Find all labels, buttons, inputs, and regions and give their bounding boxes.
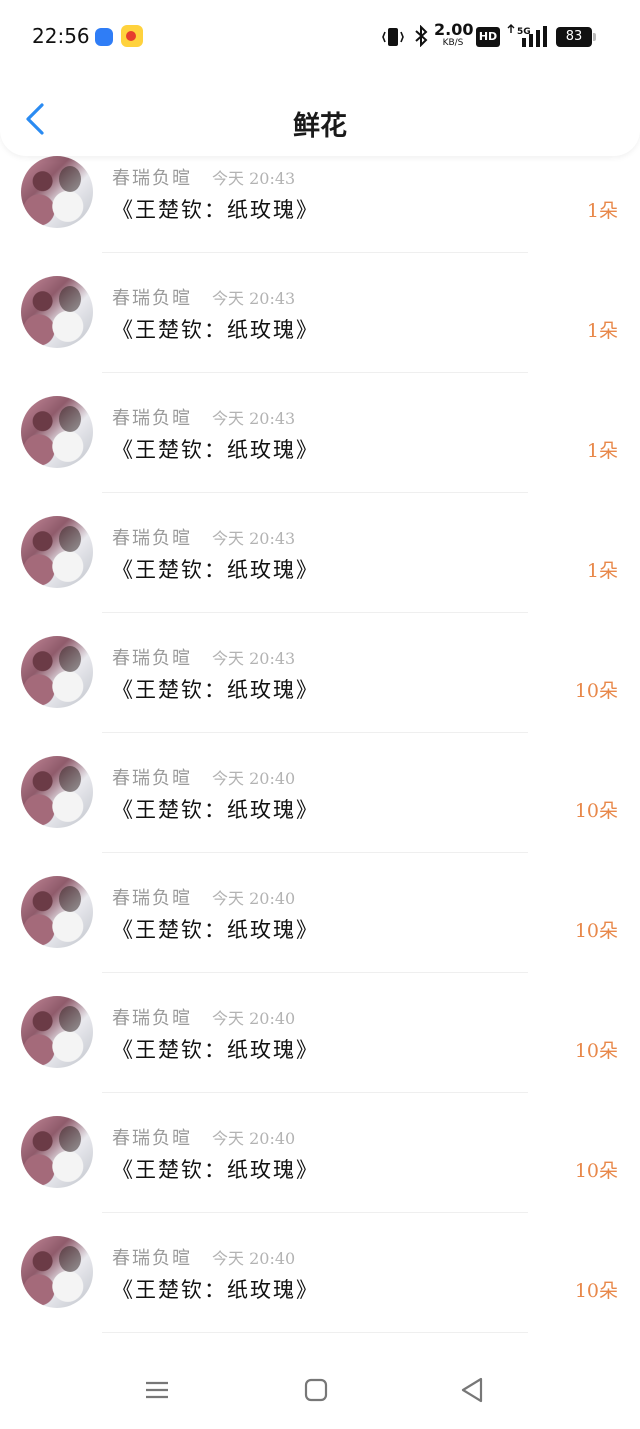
app-notification-icon [95, 28, 113, 46]
network-speed: 2.00 KB/S [434, 20, 474, 48]
vibrate-icon [382, 28, 404, 46]
weibo-notification-icon [121, 25, 143, 47]
list-item[interactable]: 春瑞负暄 今天 20:43 《王楚钦：纸玫瑰》 1朵 [0, 396, 640, 613]
gift-title: 《王楚钦：纸玫瑰》 [112, 1278, 319, 1302]
network-speed-unit: KB/S [442, 38, 464, 48]
list-item[interactable]: 春瑞负暄 今天 20:43 《王楚钦：纸玫瑰》 1朵 [0, 276, 640, 493]
page-title: 鲜花 [293, 111, 347, 142]
flower-record-list[interactable]: 春瑞负暄 今天 20:43 《王楚钦：纸玫瑰》 1朵 春瑞负暄 今天 20:43 《王楚钦：… [0, 36, 640, 1333]
list-item[interactable]: 春瑞负暄 今天 20:43 《王楚钦：纸玫瑰》 10朵 [0, 516, 640, 733]
list-item[interactable]: 春瑞负暄 今天 20:40 《王楚钦：纸玫瑰》 10朵 [0, 756, 640, 973]
list-item[interactable]: 春瑞负暄 今天 20:40 《王楚钦：纸玫瑰》 10朵 [0, 996, 640, 1213]
status-bar: 22:56 2.00 KB/S HD 5G 83 [0, 0, 640, 72]
hd-badge: HD [476, 27, 500, 47]
list-item[interactable]: 春瑞负暄 今天 20:43 《王楚钦：纸玫瑰》 1朵 [0, 156, 640, 373]
bluetooth-icon [415, 25, 428, 47]
avatar[interactable] [21, 1236, 93, 1308]
network-speed-value: 2.00 [434, 20, 474, 39]
list-item[interactable]: 春瑞负暄 今天 20:40 《王楚钦：纸玫瑰》 10朵 [0, 876, 640, 1093]
flower-count: 10朵 [574, 1280, 618, 1302]
back-triangle-icon[interactable] [459, 1376, 485, 1404]
home-square-icon[interactable] [304, 1378, 328, 1402]
network-type: 5G [517, 27, 531, 37]
status-time: 22:56 [32, 24, 90, 48]
battery-indicator: 83 [556, 27, 596, 47]
menu-icon[interactable] [145, 1378, 169, 1402]
divider [102, 1332, 528, 1333]
system-navigation-bar [0, 1356, 640, 1429]
record-time: 今天 20:40 [212, 1249, 296, 1268]
signal-icon: 5G [507, 24, 547, 47]
list-item[interactable]: 春瑞负暄 今天 20:40 《王楚钦：纸玫瑰》 10朵 [0, 636, 640, 853]
nav-bar: 鲜花 [0, 88, 640, 154]
flower-records-screen: 春瑞负暄 今天 20:43 《王楚钦：纸玫瑰》 1朵 春瑞负暄 今天 20:43 《王楚钦：… [0, 0, 640, 1429]
header: 22:56 2.00 KB/S HD 5G 83 鲜花 [0, 0, 640, 156]
list-item[interactable]: 春瑞负暄 今天 20:40 《王楚钦：纸玫瑰》 10朵 [0, 1116, 640, 1333]
sender-name: 春瑞负暄 [112, 1248, 192, 1269]
